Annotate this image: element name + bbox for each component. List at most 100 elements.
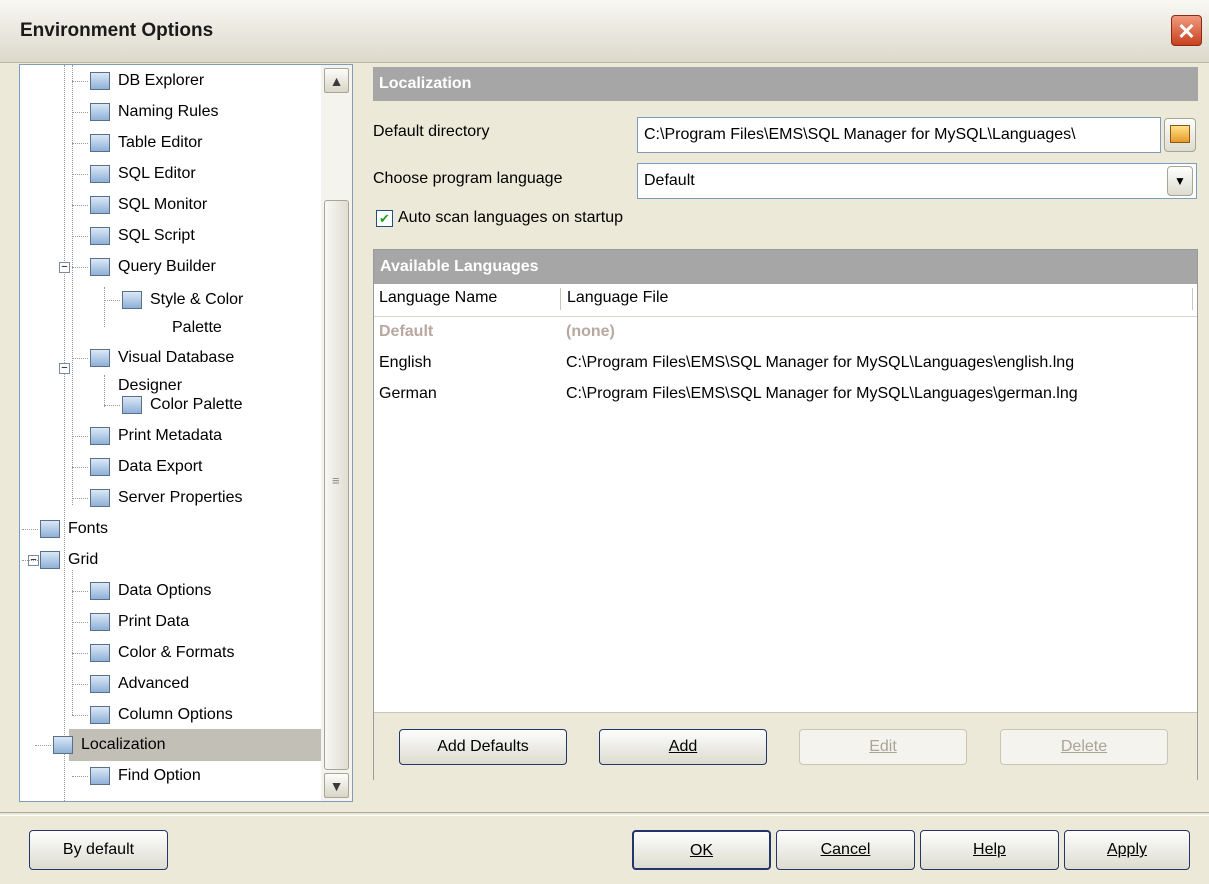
- language-name: Default: [379, 323, 434, 340]
- tree-guide-line: [104, 287, 105, 327]
- auto-scan-checkbox[interactable]: ✔: [376, 210, 393, 227]
- advanced-icon: [90, 675, 110, 693]
- grip-icon: ≡: [332, 473, 340, 488]
- tree-connector: [72, 684, 88, 685]
- add-defaults-label: Add Defaults: [437, 738, 529, 755]
- grid-icon: [40, 551, 60, 569]
- by-default-label: By default: [62, 841, 135, 858]
- ok-button[interactable]: OK: [632, 830, 771, 870]
- delete-button[interactable]: Delete: [1000, 729, 1168, 765]
- tree-connector: [72, 174, 88, 175]
- tree-item-label: Advanced: [118, 675, 190, 692]
- by-default-button[interactable]: By default: [29, 830, 168, 870]
- auto-scan-label[interactable]: Auto scan languages on startup: [398, 209, 623, 227]
- add-defaults-button[interactable]: Add Defaults: [399, 729, 567, 765]
- add-button[interactable]: Add: [599, 729, 767, 765]
- column-divider[interactable]: [560, 288, 561, 310]
- tree-item-label: Query Builder: [118, 258, 216, 275]
- close-icon: ✕: [1177, 19, 1196, 44]
- add-label: Add: [668, 738, 698, 755]
- cancel-label: Cancel: [820, 841, 871, 858]
- language-file: C:\Program Files\EMS\SQL Manager for MyS…: [566, 385, 1078, 402]
- tree-item-label: Print Metadata: [118, 427, 223, 444]
- db-explorer-icon: [90, 72, 110, 90]
- apply-button[interactable]: Apply: [1064, 830, 1190, 870]
- tree-connector: [72, 205, 88, 206]
- help-button[interactable]: Help: [920, 830, 1059, 870]
- tree-connector: [72, 236, 88, 237]
- tree-connector: [72, 267, 88, 268]
- tree-item-label: Color & Formats: [118, 644, 235, 661]
- tree-item-label: DB Explorer: [118, 72, 205, 89]
- cancel-button[interactable]: Cancel: [776, 830, 915, 870]
- tree-guide-line: [64, 65, 65, 801]
- tree-item-label: SQL Editor: [118, 165, 196, 182]
- tree-guide-line: [72, 65, 73, 505]
- collapse-icon[interactable]: −: [59, 363, 70, 374]
- tree-connector: [72, 143, 88, 144]
- footer-separator: [0, 812, 1209, 816]
- tree-item-label: Visual Database: [118, 349, 235, 366]
- color-formats-icon: [90, 644, 110, 662]
- languages-column-header: Language Name Language File: [374, 284, 1197, 317]
- scroll-down-button[interactable]: ▼: [324, 773, 349, 798]
- close-button[interactable]: ✕: [1171, 15, 1202, 46]
- localization-header: Localization: [373, 67, 1198, 101]
- column-language-file[interactable]: Language File: [567, 289, 668, 307]
- check-icon: ✔: [379, 211, 390, 226]
- program-language-value: Default: [644, 172, 695, 189]
- tree-scrollbar[interactable]: ▲ ≡ ▼: [321, 65, 352, 801]
- tree-item-label: Grid: [68, 551, 99, 568]
- fonts-icon: [40, 520, 60, 538]
- tree-item-label-line2: Palette: [172, 319, 222, 336]
- tree-item-label: Server Properties: [118, 489, 243, 506]
- sql-editor-icon: [90, 165, 110, 183]
- tree-connector: [72, 591, 88, 592]
- default-directory-field[interactable]: C:\Program Files\EMS\SQL Manager for MyS…: [637, 117, 1161, 153]
- language-row[interactable]: German C:\Program Files\EMS\SQL Manager …: [374, 381, 1197, 412]
- column-language-name[interactable]: Language Name: [379, 289, 497, 307]
- scroll-up-button[interactable]: ▲: [324, 68, 349, 93]
- sql-script-icon: [90, 227, 110, 245]
- tree-connector: [22, 529, 38, 530]
- tree-item-label: Table Editor: [118, 134, 203, 151]
- tree-item-label: Localization: [81, 736, 166, 753]
- available-languages-header: Available Languages: [374, 250, 1197, 284]
- tree-connector: [72, 776, 88, 777]
- tree-connector: [35, 745, 51, 746]
- available-languages-panel: Available Languages Language Name Langua…: [373, 249, 1198, 780]
- palette-icon: [122, 291, 142, 309]
- help-label: Help: [973, 841, 1006, 858]
- tree-item-label: Color Palette: [150, 396, 243, 413]
- tree-item-label: Column Options: [118, 706, 233, 723]
- dropdown-button[interactable]: ▼: [1167, 166, 1193, 196]
- data-options-icon: [90, 582, 110, 600]
- printer-icon: [90, 427, 110, 445]
- edit-button[interactable]: Edit: [799, 729, 967, 765]
- browse-directory-button[interactable]: [1164, 118, 1196, 152]
- tree-connector: [72, 467, 88, 468]
- tree-connector: [22, 560, 38, 561]
- tree-connector: [104, 300, 120, 301]
- program-language-select[interactable]: Default ▼: [637, 163, 1197, 199]
- tree-item-label: Fonts: [68, 520, 109, 537]
- window-title: Environment Options: [20, 20, 214, 41]
- open-folder-icon: [1170, 124, 1190, 143]
- tree-connector: [104, 405, 120, 406]
- languages-button-bar: Add Defaults Add Edit Delete: [374, 712, 1197, 780]
- table-editor-icon: [90, 134, 110, 152]
- tree-item-label: Data Options: [118, 582, 212, 599]
- program-language-label: Choose program language: [373, 170, 563, 187]
- tree-connector: [72, 715, 88, 716]
- scroll-thumb[interactable]: ≡: [324, 200, 349, 770]
- server-properties-icon: [90, 489, 110, 507]
- default-directory-label: Default directory: [373, 123, 490, 140]
- collapse-icon[interactable]: −: [59, 262, 70, 273]
- data-export-icon: [90, 458, 110, 476]
- ok-label: OK: [689, 842, 714, 859]
- language-row[interactable]: English C:\Program Files\EMS\SQL Manager…: [374, 350, 1197, 381]
- tree-item-label: Style & Color: [150, 291, 244, 308]
- tree-guide-line: [104, 375, 105, 407]
- language-row[interactable]: Default (none): [374, 319, 1197, 350]
- tree-connector: [72, 358, 88, 359]
